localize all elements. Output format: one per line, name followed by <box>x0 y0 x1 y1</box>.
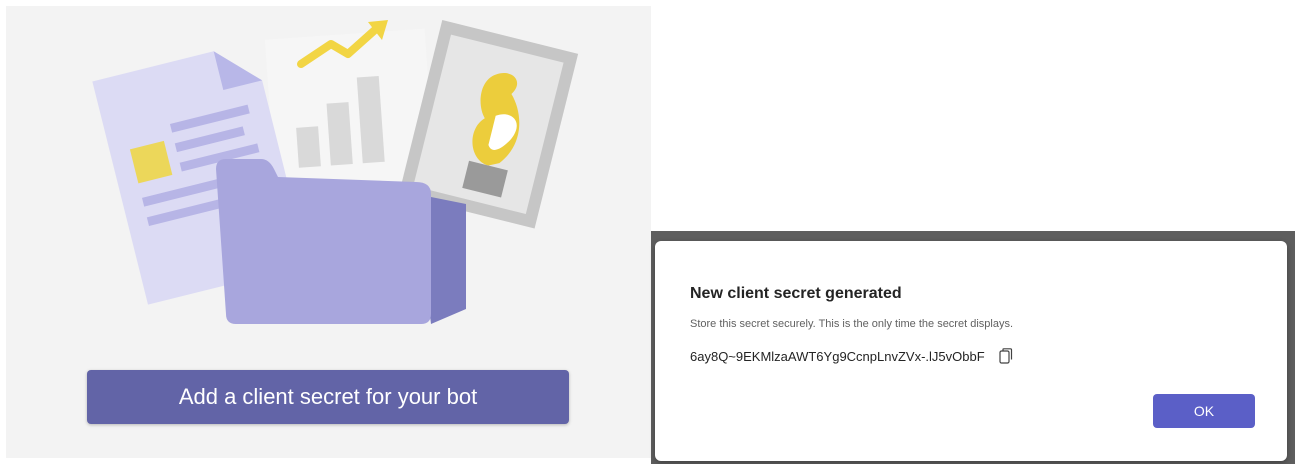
folder-documents-illustration <box>92 20 579 324</box>
copy-icon[interactable] <box>999 348 1013 364</box>
left-panel: Add a client secret for your bot <box>6 6 651 458</box>
dialog-overlay: New client secret generated Store this s… <box>651 231 1295 464</box>
secret-row: 6ay8Q~9EKMlzaAWT6Yg9CcnpLnvZVx-.lJ5vObbF <box>690 348 1013 364</box>
secret-value: 6ay8Q~9EKMlzaAWT6Yg9CcnpLnvZVx-.lJ5vObbF <box>690 348 985 364</box>
client-secret-dialog: New client secret generated Store this s… <box>655 241 1287 461</box>
add-client-secret-button[interactable]: Add a client secret for your bot <box>87 370 569 424</box>
ok-button[interactable]: OK <box>1153 394 1255 428</box>
dialog-title: New client secret generated <box>690 285 902 302</box>
dialog-description: Store this secret securely. This is the … <box>690 318 1014 330</box>
